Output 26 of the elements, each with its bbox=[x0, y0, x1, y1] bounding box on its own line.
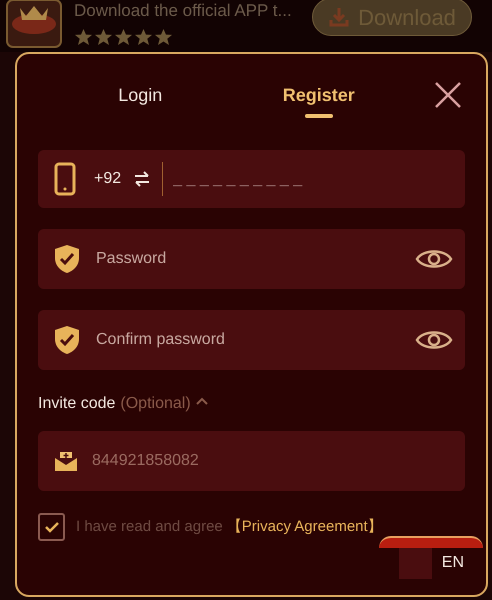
banner-text: Download the official APP t... bbox=[74, 0, 292, 22]
envelope-icon bbox=[54, 450, 78, 472]
privacy-agreement-link[interactable]: 【Privacy Agreement】 bbox=[226, 516, 383, 538]
password-input[interactable]: Password bbox=[96, 247, 415, 271]
password-field[interactable]: Confirm password bbox=[38, 310, 465, 370]
download-icon bbox=[328, 6, 350, 28]
phone-icon bbox=[54, 162, 76, 196]
invite-code-label: Invite code bbox=[38, 394, 116, 414]
phone-field[interactable]: +92 _ _ _ _ _ _ _ _ _ _ bbox=[38, 150, 465, 208]
agree-checkbox[interactable] bbox=[38, 513, 65, 541]
optional-hint: (Optional) bbox=[120, 394, 191, 414]
password-input[interactable]: Confirm password bbox=[96, 328, 415, 352]
tab[interactable]: Login bbox=[118, 72, 162, 118]
app-logo bbox=[6, 0, 62, 48]
swap-icon[interactable] bbox=[133, 171, 152, 187]
tab[interactable]: Register bbox=[282, 72, 355, 118]
agreement-text: I have read and agree bbox=[76, 516, 223, 537]
country-code[interactable]: +92 bbox=[94, 167, 122, 191]
chevron-up-icon[interactable] bbox=[196, 397, 208, 405]
close-icon[interactable] bbox=[433, 80, 463, 110]
shield-check-icon bbox=[54, 325, 80, 355]
check-icon bbox=[44, 521, 60, 533]
shield-check-icon bbox=[54, 244, 80, 274]
password-field[interactable]: Password bbox=[38, 229, 465, 289]
phone-input[interactable]: _ _ _ _ _ _ _ _ _ _ bbox=[173, 167, 449, 191]
language-label[interactable]: EN bbox=[442, 551, 464, 575]
